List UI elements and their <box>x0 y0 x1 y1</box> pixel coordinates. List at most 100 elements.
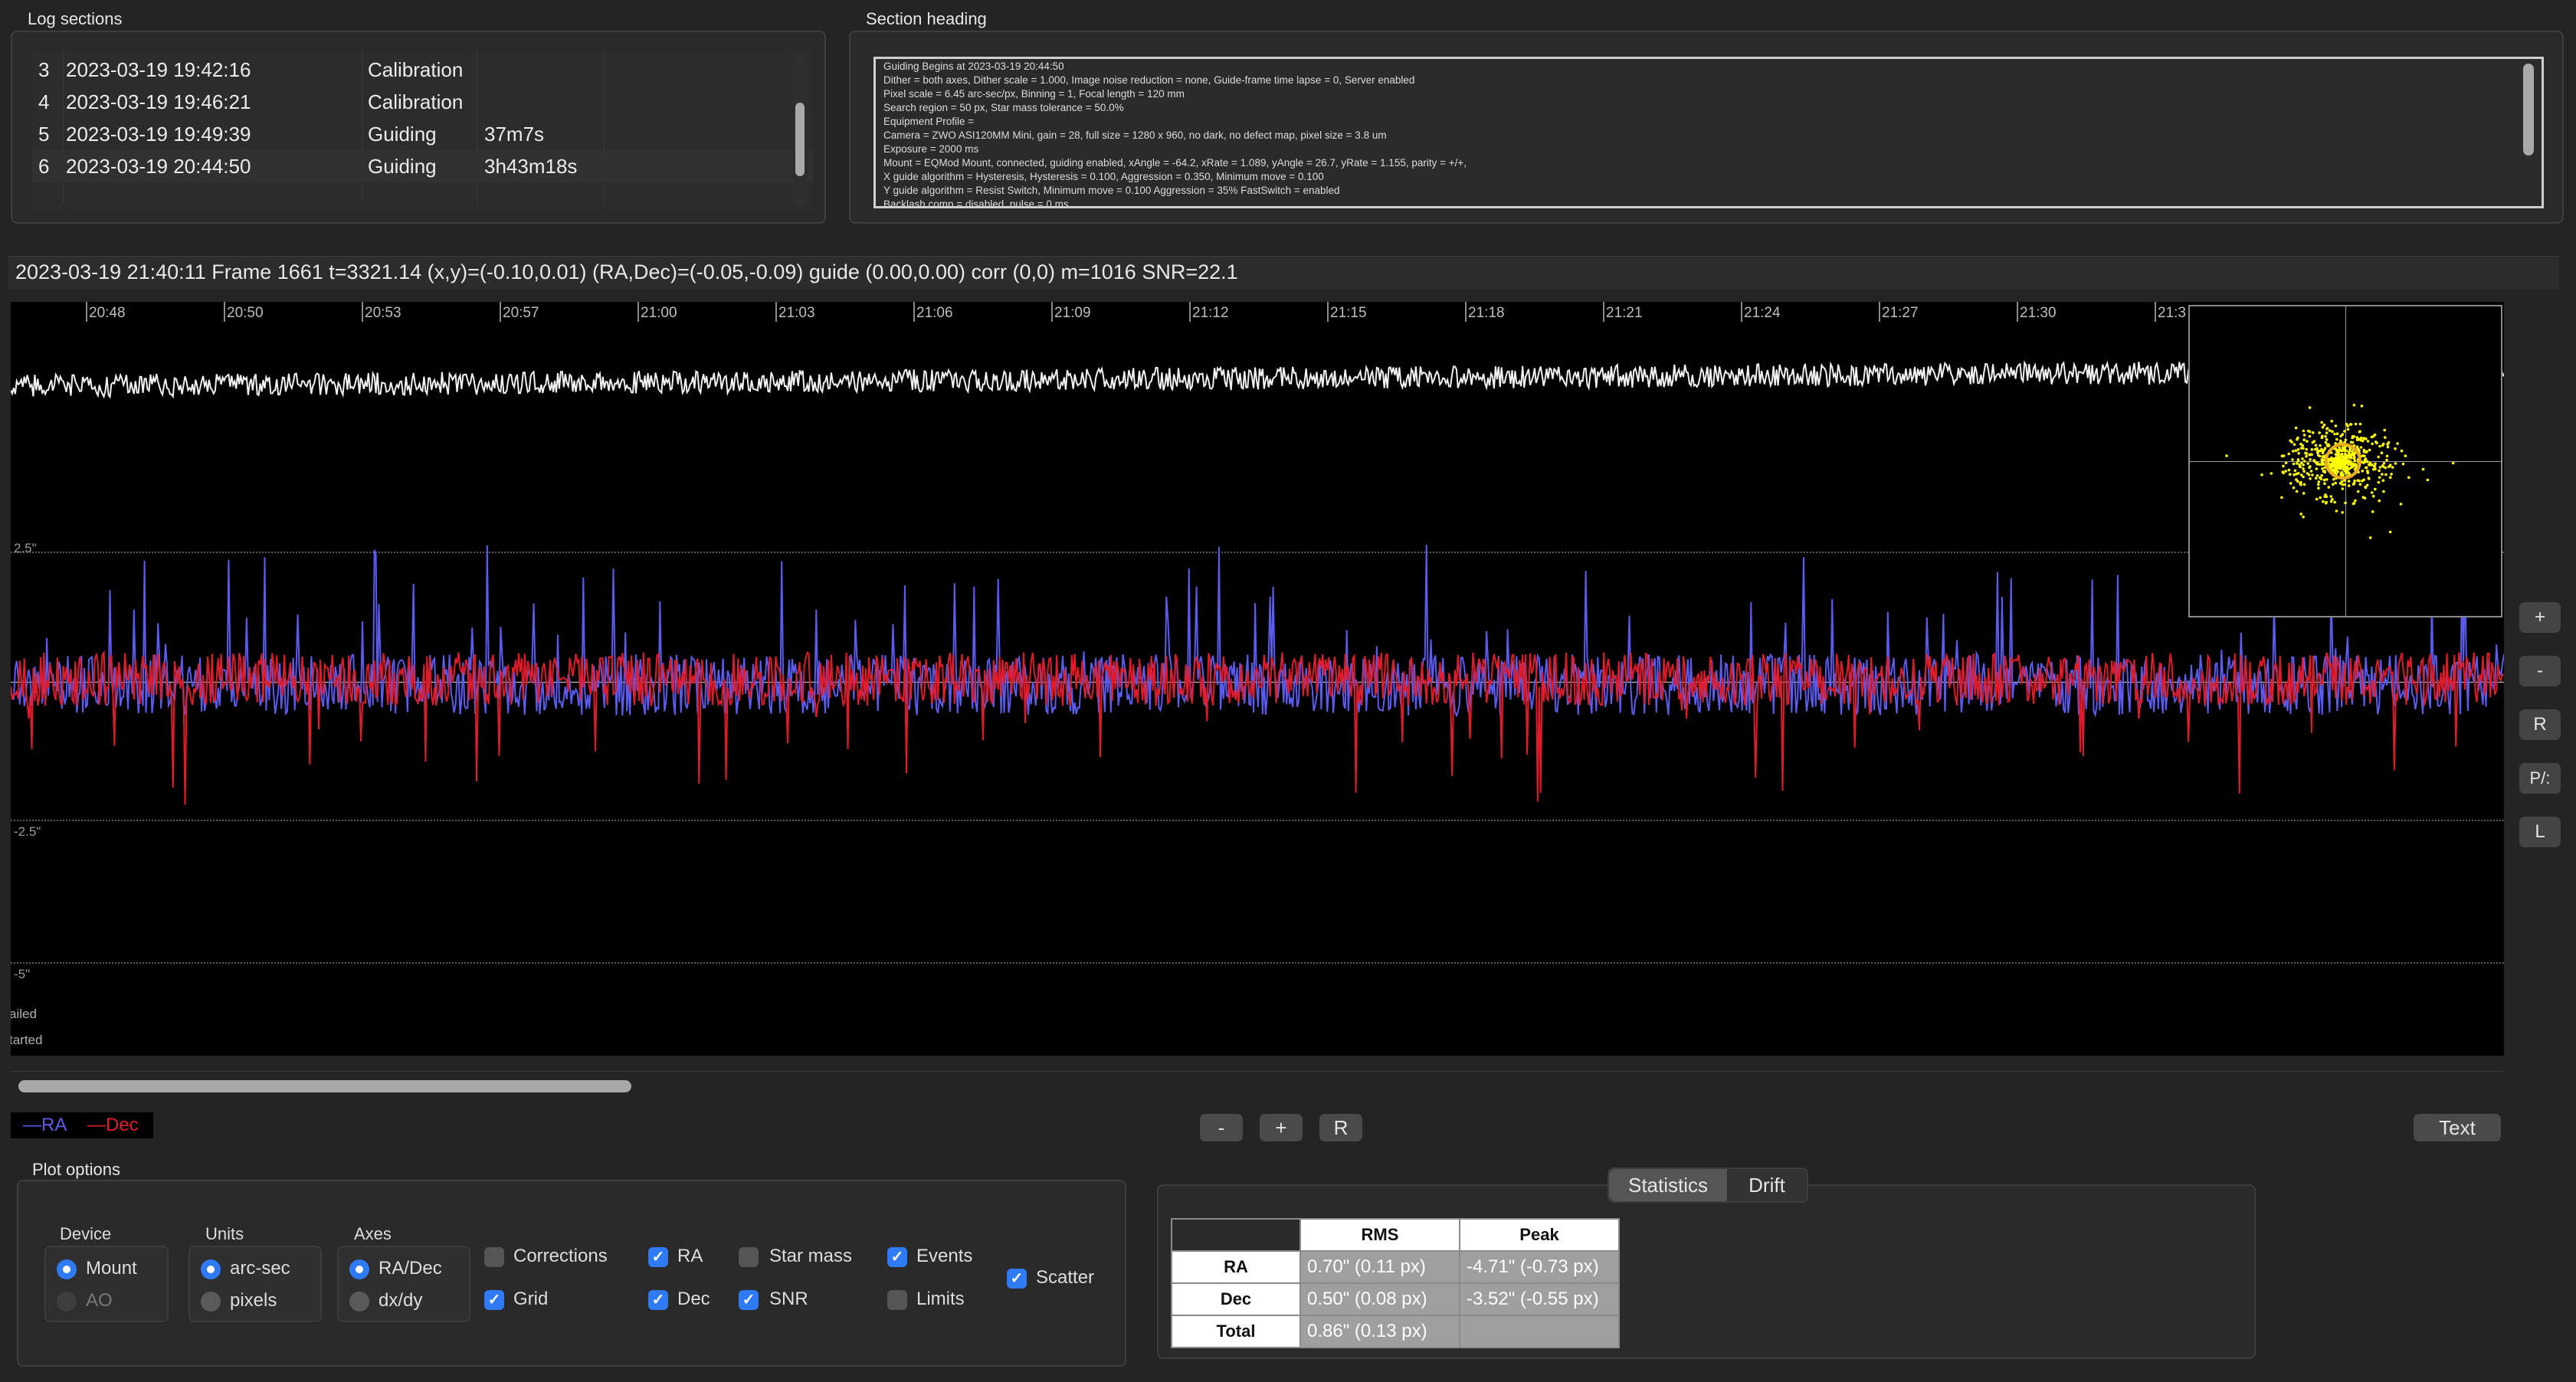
scatter-point <box>2396 442 2399 445</box>
row-duration: 37m7s <box>484 123 545 146</box>
scatter-point <box>2323 482 2326 485</box>
shrink-button[interactable]: - <box>1200 1114 1243 1141</box>
scatter-point <box>2343 447 2346 450</box>
row-datetime: 2023-03-19 19:46:21 <box>66 90 251 113</box>
scatter-point <box>2295 462 2299 465</box>
axes-radec-radio[interactable] <box>349 1259 369 1279</box>
units-arcsec-radio[interactable] <box>201 1259 221 1279</box>
log-section-row-selected[interactable]: 6 2023-03-19 20:44:50 Guiding 3h43m18s <box>32 150 814 182</box>
scatter-point <box>2294 449 2298 452</box>
scatter-point <box>2317 454 2320 457</box>
scatter-point <box>2327 486 2331 489</box>
stats-peak: -3.52" (-0.55 px) <box>1459 1282 1620 1316</box>
reset-scale-button[interactable]: R <box>2519 709 2561 740</box>
scatter-point <box>2365 483 2369 487</box>
graph-scroll-thumb[interactable] <box>18 1080 631 1092</box>
scatter-point <box>2352 404 2356 407</box>
scatter-point <box>2300 473 2303 476</box>
expand-button[interactable]: + <box>1260 1114 1303 1141</box>
scatter-point <box>2378 466 2382 469</box>
row-datetime: 2023-03-19 19:42:16 <box>66 58 251 81</box>
snr-checkbox[interactable]: ✓ <box>739 1290 759 1310</box>
scatter-point <box>2385 458 2388 462</box>
events-checkbox[interactable]: ✓ <box>887 1247 907 1267</box>
log-section-row[interactable]: 4 2023-03-19 19:46:21 Calibration <box>32 86 814 118</box>
heading-scroll-thumb[interactable] <box>2523 64 2534 156</box>
lock-button[interactable]: L <box>2519 817 2561 847</box>
log-section-row[interactable]: 3 2023-03-19 19:42:16 Calibration <box>32 54 814 86</box>
axes-dxdy-radio[interactable] <box>349 1292 369 1312</box>
legend-dec: —Dec <box>87 1115 139 1135</box>
scatter-point <box>2390 473 2393 476</box>
scatter-point <box>2385 454 2389 458</box>
scatter-point <box>2400 449 2404 453</box>
scatter-point <box>2322 478 2326 482</box>
section-heading-panel: Guiding Begins at 2023-03-19 20:44:50 Di… <box>849 31 2564 224</box>
device-group: Mount AO <box>44 1246 169 1322</box>
scatter-point <box>2292 486 2296 490</box>
scatter-point <box>2309 477 2312 480</box>
tab-statistics[interactable]: Statistics <box>1609 1169 1727 1201</box>
scatter-point <box>2312 431 2315 434</box>
scatter-point <box>2308 466 2311 470</box>
tab-drift[interactable]: Drift <box>1729 1169 1805 1201</box>
corrections-checkbox[interactable] <box>484 1247 504 1267</box>
units-pixels-label: pixels <box>230 1290 277 1311</box>
units-pixels-radio[interactable] <box>201 1292 221 1312</box>
scatter-checkbox[interactable]: ✓ <box>1007 1269 1027 1289</box>
star-mass-checkbox[interactable] <box>739 1247 759 1267</box>
scatter-point <box>2309 470 2313 473</box>
zoom-out-button[interactable]: - <box>2519 656 2561 686</box>
stats-table: RMS Peak RA 0.70" (0.11 px) -4.71" (-0.7… <box>1171 1218 1620 1348</box>
device-mount-radio[interactable] <box>57 1259 77 1279</box>
scatter-point <box>2368 448 2371 452</box>
scatter-point <box>2320 421 2323 424</box>
dec-checkbox[interactable]: ✓ <box>648 1290 668 1310</box>
scatter-point <box>2399 503 2403 506</box>
pan-button[interactable]: P/: <box>2519 763 2561 794</box>
text-button[interactable]: Text <box>2414 1114 2501 1141</box>
scatter-point <box>2312 459 2315 462</box>
scatter-point <box>2315 497 2319 501</box>
log-list-scroll-thumb[interactable] <box>795 103 805 176</box>
scatter-point <box>2284 461 2288 465</box>
reset-button[interactable]: R <box>1319 1114 1362 1141</box>
log-list-scrollbar[interactable] <box>792 54 808 207</box>
scatter-point <box>2325 427 2329 430</box>
scatter-point <box>2375 441 2378 445</box>
scatter-point <box>2353 459 2357 463</box>
scatter-point <box>2384 473 2388 476</box>
limits-checkbox[interactable] <box>887 1290 907 1310</box>
scatter-point <box>2361 454 2365 457</box>
scatter-point <box>2370 491 2374 494</box>
scatter-point <box>2378 444 2381 448</box>
ra-checkbox[interactable]: ✓ <box>648 1247 668 1267</box>
corrections-label: Corrections <box>513 1246 608 1266</box>
log-section-row[interactable]: 5 2023-03-19 19:49:39 Guiding 37m7s <box>32 118 814 150</box>
guide-traces <box>11 358 2504 805</box>
heading-line: Guiding Begins at 2023-03-19 20:44:50 <box>883 61 1064 72</box>
scatter-point <box>2297 451 2300 455</box>
section-heading-text[interactable]: Guiding Begins at 2023-03-19 20:44:50 Di… <box>873 57 2544 208</box>
scatter-point <box>2324 434 2327 438</box>
scatter-point <box>2316 483 2320 486</box>
zoom-in-button[interactable]: + <box>2519 602 2561 633</box>
stats-peak <box>1459 1315 1620 1348</box>
log-sections-list[interactable]: 3 2023-03-19 19:42:16 Calibration 4 2023… <box>32 51 814 211</box>
scatter-point <box>2324 440 2328 444</box>
scatter-point <box>2322 423 2326 427</box>
guide-graph[interactable]: 20:48 20:50 20:53 20:57 21:00 21:03 21:06 21:09… <box>11 302 2504 1056</box>
scatter-point <box>2358 483 2362 486</box>
scatter-point <box>2344 454 2348 457</box>
scatter-point <box>2365 450 2368 454</box>
scatter-point <box>2316 451 2319 455</box>
log-sections-title: Log sections <box>28 9 123 28</box>
scatter-point <box>2314 444 2318 447</box>
section-heading-title: Section heading <box>866 9 987 28</box>
scatter-point <box>2308 434 2312 438</box>
row-index: 6 <box>38 155 50 178</box>
grid-checkbox[interactable]: ✓ <box>484 1290 504 1310</box>
scatter-point <box>2342 460 2346 464</box>
scatter-point <box>2388 476 2392 479</box>
scatter-point <box>2378 476 2381 480</box>
